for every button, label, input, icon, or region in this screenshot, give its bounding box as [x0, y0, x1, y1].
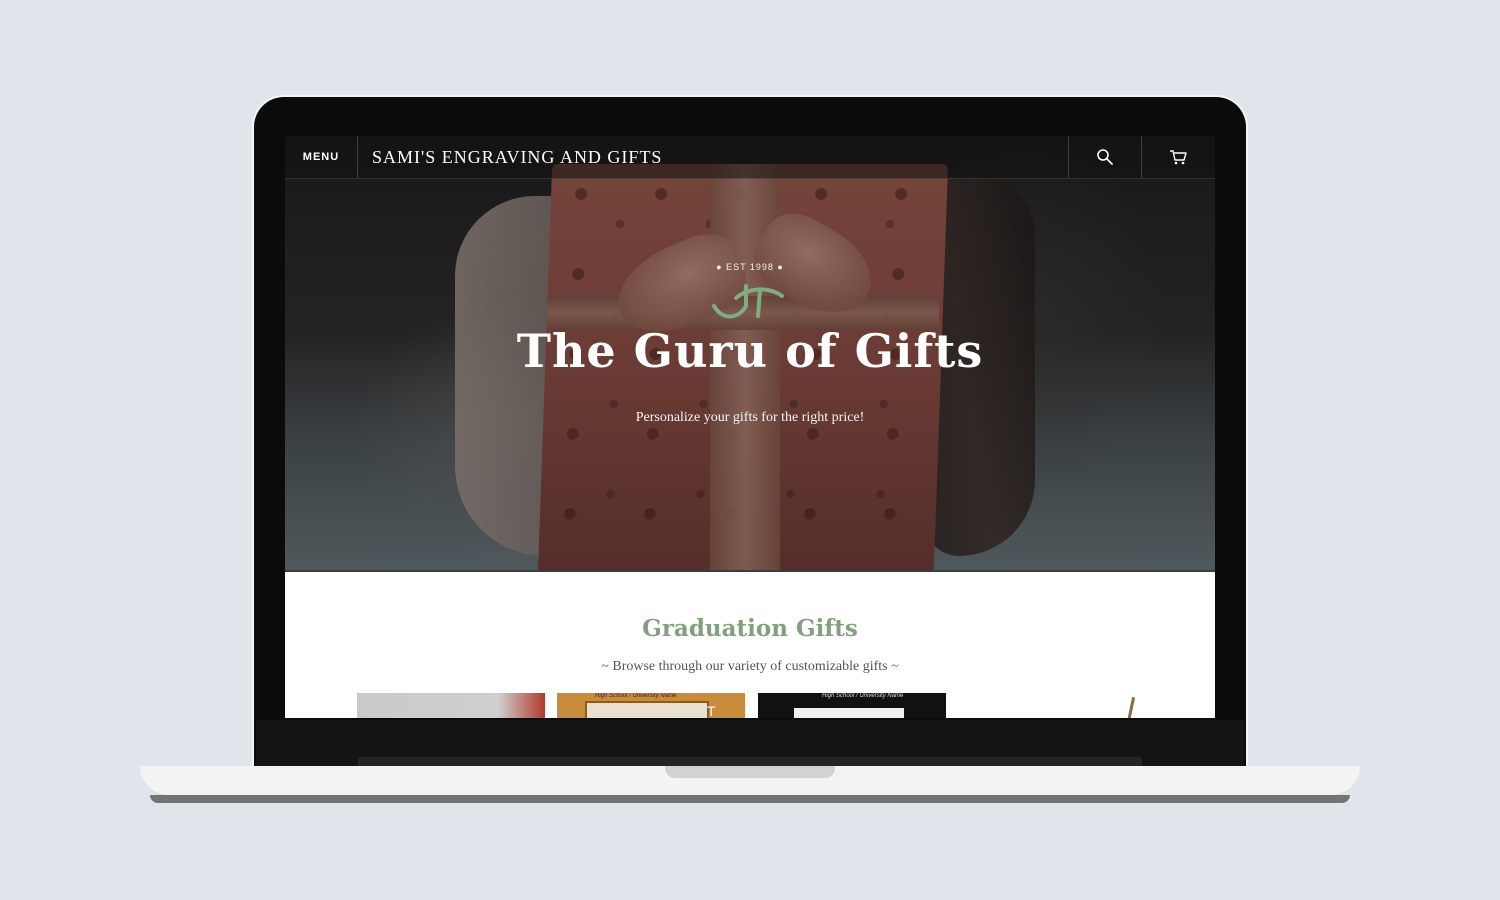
- logo-icon: [712, 284, 784, 319]
- search-button[interactable]: [1068, 136, 1141, 178]
- cart-button[interactable]: [1141, 136, 1214, 178]
- laptop-base-notch: [665, 766, 835, 778]
- website-screen: ● EST 1998 ● The Guru of Gifts Personali…: [285, 136, 1215, 718]
- product-card[interactable]: High School / University Name T: [557, 693, 745, 718]
- product-card[interactable]: [959, 693, 1147, 718]
- section-subtitle: ~ Browse through our variety of customiz…: [601, 659, 899, 674]
- search-icon: [1097, 149, 1113, 165]
- product-letter: T: [707, 703, 716, 718]
- laptop-base: [140, 766, 1360, 796]
- cart-icon: [1170, 150, 1187, 165]
- site-title[interactable]: SAMI'S ENGRAVING AND GIFTS: [372, 136, 662, 178]
- hero-subtitle: Personalize your gifts for the right pri…: [635, 410, 865, 425]
- established-badge: ● EST 1998 ●: [716, 262, 784, 272]
- product-pen: [1125, 697, 1136, 718]
- hero-banner: ● EST 1998 ● The Guru of Gifts Personali…: [285, 136, 1215, 572]
- menu-button[interactable]: MENU: [285, 136, 358, 178]
- product-card[interactable]: High School / University Name: [758, 693, 946, 718]
- product-caption: High School / University Name: [822, 693, 904, 699]
- product-photo-frame: [585, 701, 709, 718]
- product-caption: High School / University Name: [595, 693, 677, 699]
- section-title: Graduation Gifts: [642, 615, 858, 642]
- product-card[interactable]: [357, 693, 545, 718]
- laptop-shadow: [150, 795, 1350, 803]
- hero-divider: [285, 570, 1215, 572]
- product-photo-frame: [794, 708, 904, 718]
- top-navigation: MENU SAMI'S ENGRAVING AND GIFTS: [285, 136, 1215, 179]
- hero-title: The Guru of Gifts: [516, 324, 984, 378]
